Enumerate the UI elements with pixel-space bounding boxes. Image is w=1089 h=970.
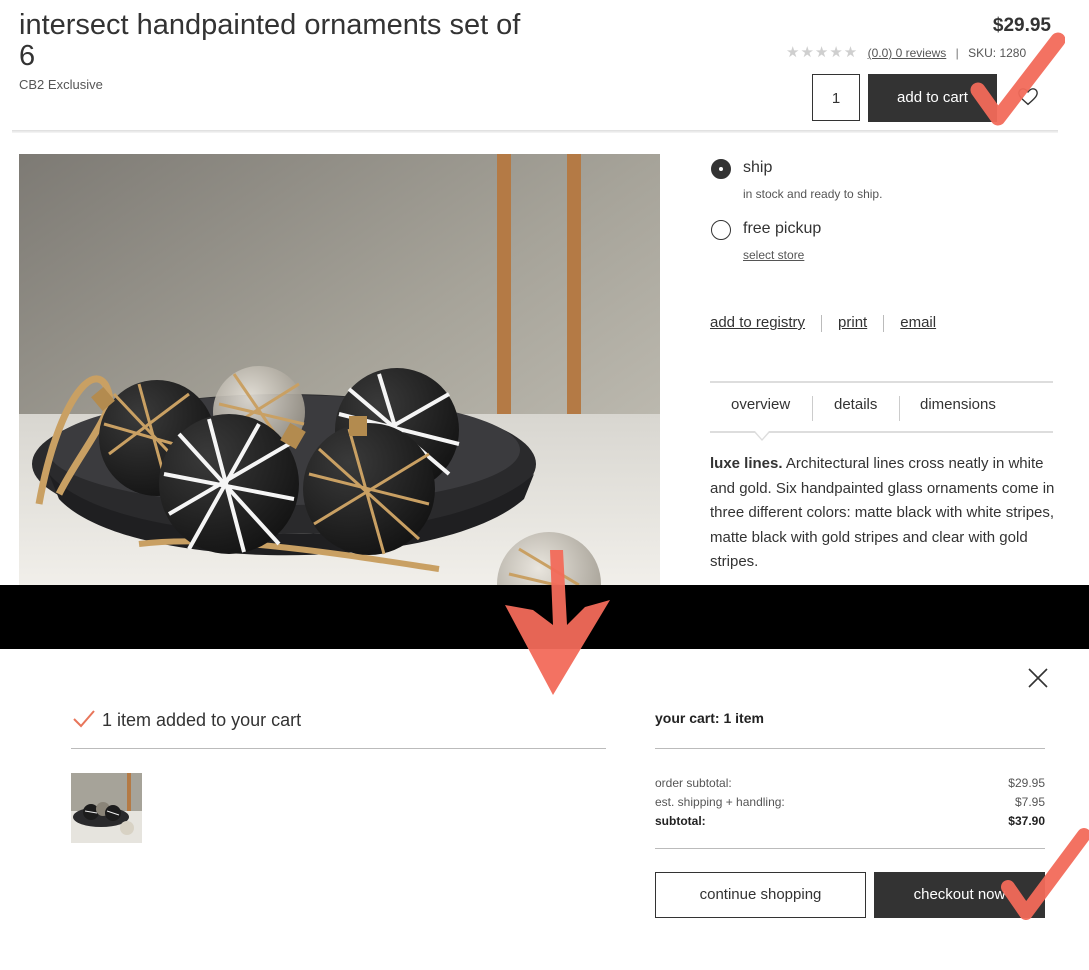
check-icon — [73, 710, 95, 728]
product-title: intersect handpainted ornaments set of 6 — [19, 9, 521, 72]
subtotal-value: $37.90 — [1008, 814, 1045, 828]
continue-shopping-button[interactable]: continue shopping — [655, 872, 866, 918]
action-links: add to registry print email — [710, 314, 936, 332]
tab-details[interactable]: details — [834, 396, 877, 413]
order-subtotal-value: $29.95 — [1008, 776, 1045, 790]
added-to-cart-message: 1 item added to your cart — [72, 709, 301, 731]
tab-overview[interactable]: overview — [731, 396, 790, 413]
rating-separator: | — [955, 46, 959, 60]
cart-summary-title: your cart: 1 item — [655, 710, 764, 726]
shipping-label: est. shipping + handling: — [655, 795, 785, 809]
cart-modal — [0, 649, 1089, 970]
cart-item-thumbnail[interactable] — [71, 773, 142, 843]
tab-divider — [899, 396, 900, 421]
add-to-registry-link[interactable]: add to registry — [710, 314, 805, 331]
active-tab-caret-inner — [755, 431, 769, 439]
ship-stock-status: in stock and ready to ship. — [743, 187, 883, 201]
overview-text: Architectural lines cross neatly in whit… — [710, 455, 1055, 570]
add-to-cart-button[interactable]: add to cart — [868, 74, 997, 122]
close-icon[interactable] — [1027, 667, 1049, 689]
subtotal-label: subtotal: — [655, 814, 706, 828]
ship-radio-icon[interactable] — [711, 159, 731, 179]
screenshot-separator-band — [0, 585, 1089, 649]
subtotal-row: subtotal: $37.90 — [655, 814, 1045, 828]
pickup-option-label[interactable]: free pickup — [743, 220, 821, 238]
product-image[interactable] — [19, 154, 660, 585]
link-divider — [883, 314, 885, 332]
tab-dimensions[interactable]: dimensions — [920, 396, 996, 413]
overview-lead: luxe lines. — [710, 455, 783, 472]
print-link[interactable]: print — [838, 314, 867, 331]
heart-icon[interactable] — [1017, 86, 1039, 108]
shipping-row: est. shipping + handling: $7.95 — [655, 795, 1045, 809]
tab-divider — [812, 396, 813, 421]
order-subtotal-label: order subtotal: — [655, 776, 732, 790]
email-link[interactable]: email — [900, 314, 936, 331]
ship-option-label[interactable]: ship — [743, 159, 772, 177]
thumbnail-illustration — [71, 773, 142, 843]
select-store-link[interactable]: select store — [743, 248, 804, 262]
header-divider — [12, 130, 1058, 133]
checkout-now-button[interactable]: checkout now — [874, 872, 1045, 918]
star-rating-icon: ★★★★★ — [786, 44, 859, 61]
quantity-input[interactable]: 1 — [812, 74, 860, 121]
rating-row: ★★★★★ (0.0) 0 reviews | SKU: 1280 — [786, 43, 1046, 61]
sku-label: SKU: 1280 — [968, 46, 1027, 60]
product-price: $29.95 — [992, 15, 1051, 36]
order-subtotal-row: order subtotal: $29.95 — [655, 776, 1045, 790]
left-divider — [71, 748, 606, 749]
added-message-text: 1 item added to your cart — [102, 710, 302, 730]
reviews-link[interactable]: (0.0) 0 reviews — [868, 46, 947, 60]
product-page: intersect handpainted ornaments set of 6… — [0, 0, 1089, 585]
tabs-top-border — [710, 381, 1053, 383]
link-divider — [821, 314, 823, 332]
product-tabs: overview details dimensions — [710, 396, 1053, 422]
pickup-radio-icon[interactable] — [711, 220, 731, 240]
cart-divider-bottom — [655, 848, 1045, 849]
cart-divider-top — [655, 748, 1045, 749]
overview-description: luxe lines. Architectural lines cross ne… — [710, 452, 1060, 575]
ornaments-illustration — [19, 154, 660, 585]
shipping-value: $7.95 — [1014, 795, 1045, 809]
brand-label: CB2 Exclusive — [19, 77, 103, 92]
